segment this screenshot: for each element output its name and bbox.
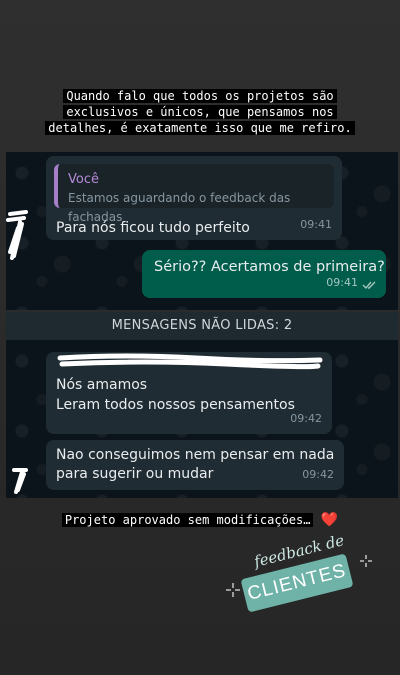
reply-message-bubble[interactable]: Você Estamos aguardando o feedback das f… — [46, 156, 342, 240]
message-text: Leram todos nossos pensamentos — [56, 397, 295, 413]
caption-line: Quando falo que todos os projetos são — [63, 89, 337, 103]
story-caption-top: Quando falo que todos os projetos são ex… — [0, 88, 400, 136]
message-time: 09:42 — [302, 468, 334, 481]
message-text: Nós amamos — [56, 377, 148, 393]
feedback-clientes-sticker[interactable]: feedback de CLIENTES — [225, 531, 375, 620]
unread-messages-banner: MENSAGENS NÃO LIDAS: 2 — [6, 312, 398, 340]
message-text: Nao conseguimos nem pensar em nada — [56, 447, 335, 463]
heart-emoji: ❤️ — [320, 512, 339, 528]
story-caption-bottom: Projeto aprovado sem modificações… ❤️ — [0, 512, 400, 528]
caption-line: exclusivos e únicos, que pensamos nos — [63, 105, 337, 119]
quote-author: Você — [68, 172, 99, 187]
chat-screenshot-1: Você Estamos aguardando o feedback das f… — [6, 152, 398, 310]
double-check-icon — [362, 281, 376, 290]
sparkle-icon — [226, 583, 240, 597]
caption-text: Projeto aprovado sem modificações… — [61, 513, 314, 527]
outgoing-message-bubble[interactable]: Sério?? Acertamos de primeira? 09:41 — [142, 250, 386, 298]
redaction-scribble — [12, 468, 28, 494]
message-text: para sugerir ou mudar — [56, 466, 214, 482]
message-time: 09:41 — [326, 276, 358, 289]
sparkle-icon — [360, 555, 372, 567]
message-time: 09:41 — [300, 218, 332, 231]
redaction-scribble — [6, 210, 28, 260]
message-time: 09:42 — [290, 412, 322, 425]
caption-line: detalhes, é exatamente isso que me refir… — [45, 121, 355, 135]
incoming-message-bubble[interactable]: Nao conseguimos nem pensar em nada para … — [46, 440, 344, 490]
redaction-scribble — [57, 353, 323, 370]
quoted-message[interactable]: Você Estamos aguardando o feedback das f… — [54, 164, 334, 224]
message-text: Para nós ficou tudo perfeito — [56, 220, 250, 236]
